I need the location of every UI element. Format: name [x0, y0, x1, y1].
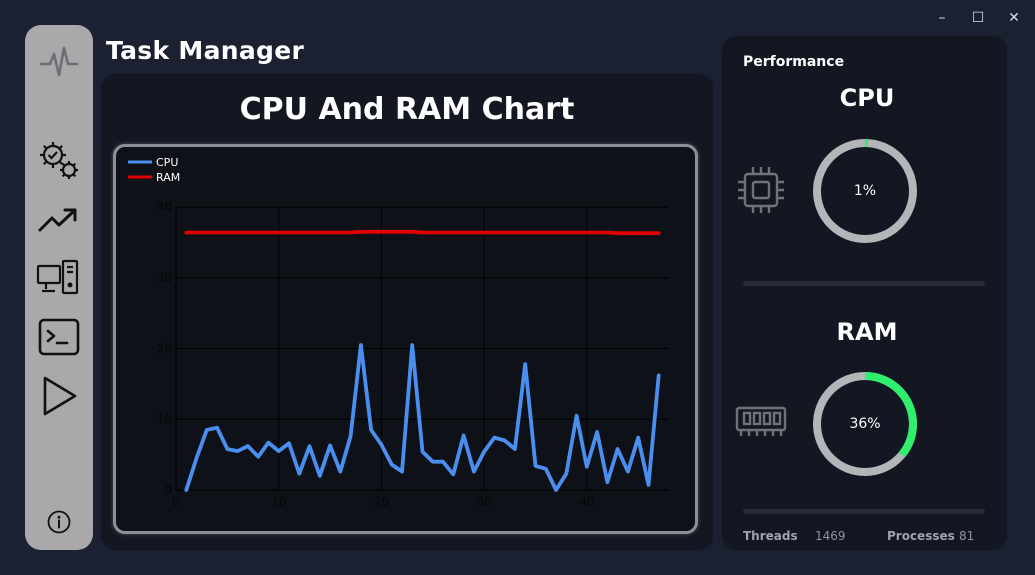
sidebar: [25, 25, 93, 550]
y-tick-label-0: 0: [164, 483, 172, 497]
processes-label: Processes: [887, 529, 955, 543]
cpu-label: CPU: [839, 84, 895, 112]
window-controls: – ☐ ✕: [935, 8, 1021, 28]
play-icon[interactable]: [25, 373, 93, 419]
trending-up-icon[interactable]: [25, 197, 93, 243]
maximize-button[interactable]: ☐: [971, 8, 985, 28]
processes-value: 81: [959, 529, 975, 543]
computer-tower-icon[interactable]: [25, 255, 93, 301]
performance-panel: Performance CPU 1% RAM 36% Threads 1469 …: [722, 36, 1007, 550]
chart-heading: CPU And RAM Chart: [239, 92, 575, 127]
settings-gears-icon[interactable]: [25, 135, 93, 185]
minimize-button[interactable]: –: [935, 8, 949, 28]
x-tick-label-0: 0: [172, 495, 180, 509]
cpu-usage-value: 1%: [853, 183, 877, 199]
info-icon[interactable]: [25, 507, 93, 537]
series-line-cpu: [184, 343, 661, 492]
y-tick-label-30: 30: [157, 271, 172, 285]
ram-label: RAM: [836, 318, 898, 346]
chart-panel: CPU And RAM Chart 0 10 20 30 40 0 10 20 30 40 CPU R…: [101, 74, 713, 550]
y-tick-label-20: 20: [157, 342, 172, 356]
ram-usage-value: 36%: [849, 416, 881, 432]
app-title: Task Manager: [106, 36, 305, 65]
x-tick-label-40: 40: [579, 495, 594, 509]
ram-module-icon: [734, 398, 788, 446]
chart-frame: 0 10 20 30 40 0 10 20 30 40 CPU RAM: [113, 144, 698, 534]
cpu-divider: [743, 281, 985, 286]
ram-divider: [743, 509, 985, 514]
y-tick-label-10: 10: [157, 412, 172, 426]
x-tick-label-20: 20: [374, 495, 389, 509]
legend-label-ram: RAM: [156, 171, 180, 184]
cpu-ram-line-chart: 0 10 20 30 40 0 10 20 30 40 CPU RAM: [128, 156, 669, 509]
close-button[interactable]: ✕: [1007, 8, 1021, 28]
y-tick-label-40: 40: [157, 200, 172, 214]
terminal-icon[interactable]: [25, 315, 93, 359]
x-tick-label-30: 30: [476, 495, 491, 509]
x-tick-label-10: 10: [271, 495, 286, 509]
series-line-ram: [184, 229, 661, 236]
threads-label: Threads: [743, 529, 798, 543]
cpu-chip-icon: [734, 163, 788, 221]
activity-logo-icon: [25, 37, 93, 87]
threads-value: 1469: [815, 529, 846, 543]
legend-label-cpu: CPU: [156, 156, 178, 169]
performance-title: Performance: [743, 54, 845, 70]
